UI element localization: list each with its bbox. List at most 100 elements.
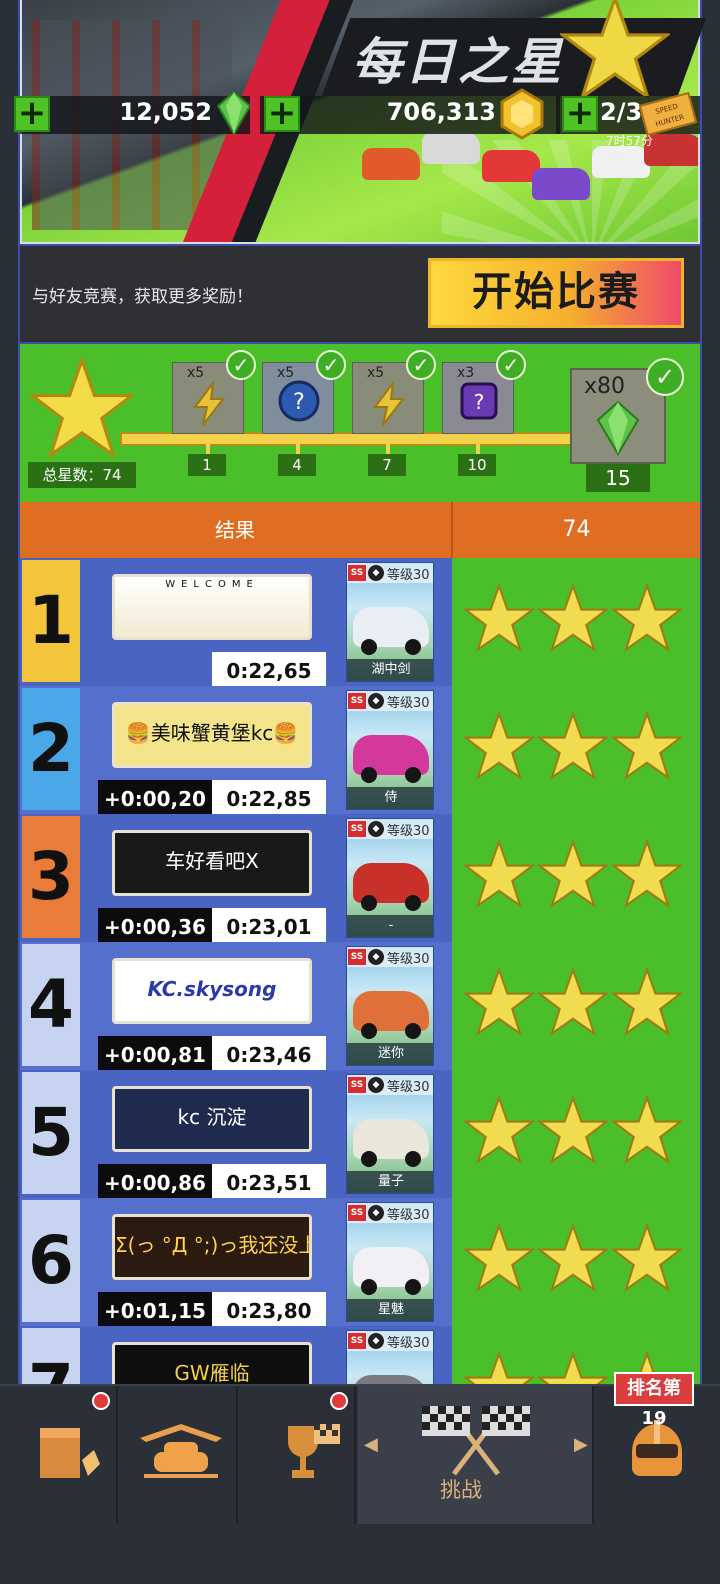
time-gap: +0:01,15 [98,1292,212,1330]
car-name: - [347,915,433,937]
car-class-badge: SS [348,693,366,709]
notification-dot [92,1392,110,1410]
final-reward-check-icon: ✓ [646,358,684,396]
license-plate: kc 沉淀 [112,1086,312,1152]
svg-text:?: ? [293,390,305,415]
car-name: 迷你 [347,1043,433,1065]
car-wheel [405,1023,421,1039]
results-header: 结果 74 [20,502,700,558]
brand-icon: ◆ [368,693,384,709]
nav-events[interactable] [240,1386,356,1524]
star-icon [464,968,534,1036]
leaderboard-row[interactable]: 4 KC.skysong +0:00,81 0:23,46 SS ◆ 等级30 迷你 [20,942,452,1074]
final-reward-threshold: 15 [586,464,650,492]
time-gap: +0:00,86 [98,1164,212,1202]
brand-icon: ◆ [368,1205,384,1221]
leaderboard-row[interactable]: 2 🍔美味蟹黄堡kc🍔 +0:00,20 0:22,85 SS ◆ 等级30 侍 [20,686,452,818]
car-card[interactable]: SS ◆ 等级30 - [346,818,434,938]
car-name: 星魅 [347,1299,433,1321]
add-gems-button[interactable]: + [14,96,50,132]
nav-garage-store[interactable] [0,1386,118,1524]
row-stars [464,1198,700,1326]
leaderboard[interactable]: 1 WELCOME 0:22,65 SS ◆ 等级30 湖中剑 2 🍔美味蟹黄堡kc🍔 +0:00… [20,558,700,1388]
brand-icon: ◆ [368,1333,384,1349]
nav-left-arrow-icon[interactable]: ◀ [364,1434,378,1455]
star-icon [464,712,534,780]
final-reward-qty: x80 [584,374,626,399]
notification-dot [330,1392,348,1410]
rank-badge: 排名第19 [614,1372,694,1429]
reward-claimed-check-icon: ✓ [226,350,256,380]
leaderboard-row[interactable]: 1 WELCOME 0:22,65 SS ◆ 等级30 湖中剑 [20,558,452,690]
star-icon [464,1224,534,1292]
reward-claimed-check-icon: ✓ [406,350,436,380]
star-icon [612,1224,682,1292]
star-icon [464,584,534,652]
reward-threshold: 4 [278,454,316,476]
tickets-value: 2/3 [600,98,643,126]
race-time: 0:23,01 [212,908,326,946]
leaderboard-row[interactable]: 3 车好看吧X +0:00,36 0:23,01 SS ◆ 等级30 - [20,814,452,946]
car-level: 等级30 [387,1336,430,1351]
start-race-button[interactable]: 开始比赛 [428,258,684,328]
row-stars [464,942,700,1070]
banner-star-icon [560,0,670,100]
car-level: 等级30 [387,952,430,967]
progress-track [120,432,580,446]
car-card[interactable]: SS ◆ 等级30 湖中剑 [346,562,434,682]
car-class-badge: SS [348,1077,366,1093]
leaderboard-row[interactable]: 5 kc 沉淀 +0:00,86 0:23,51 SS ◆ 等级30 量子 [20,1070,452,1202]
car-wheel [405,639,421,655]
car-card[interactable]: SS ◆ 等级30 星魅 [346,1202,434,1322]
lightning-icon [193,381,226,426]
rank-number: 5 [22,1072,80,1194]
car-card[interactable]: SS ◆ 等级30 侍 [346,690,434,810]
star-icon [538,1096,608,1164]
total-stars-icon [30,358,134,458]
star-progress-panel: 总星数：74 x5 ✓ 1 x5 ? ✓ 4 x5 ✓ 7 x3 ? ✓ 10 … [20,344,700,502]
results-star-total: 74 [562,517,591,542]
add-tickets-button[interactable]: + [562,96,598,132]
car-level: 等级30 [387,824,430,839]
car-wheel [405,1279,421,1295]
nav-garage[interactable] [120,1386,238,1524]
reward-claimed-check-icon: ✓ [496,350,526,380]
star-icon [612,584,682,652]
mystery-box-icon: ? [460,382,498,420]
nav-right-arrow-icon[interactable]: ▶ [574,1434,588,1455]
reward-threshold: 10 [458,454,496,476]
car-wheel [361,895,377,911]
gems-value: 12,052 [119,98,212,126]
star-icon [538,1352,608,1388]
row-stars [464,686,700,814]
leaderboard-row[interactable]: 7 GW雁临 SS◆等级30 [20,1326,452,1388]
car-class-badge: SS [348,1205,366,1221]
add-coins-button[interactable]: + [264,96,300,132]
license-plate: GW雁临 [112,1342,312,1388]
time-gap: +0:00,20 [98,780,212,818]
car-card[interactable]: SS ◆ 等级30 量子 [346,1074,434,1194]
car-card[interactable]: SS ◆ 等级30 [346,1330,434,1388]
car-name: 湖中剑 [347,659,433,681]
car-wheel [361,639,377,655]
rank-number: 3 [22,816,80,938]
license-plate: WELCOME [112,574,312,640]
time-gap: +0:00,36 [98,908,212,946]
license-plate: 🍔美味蟹黄堡kc🍔 [112,702,312,768]
license-plate: KC.skysong [112,958,312,1024]
rank-number: 1 [22,560,80,682]
reward-threshold: 7 [368,454,406,476]
star-icon [538,1224,608,1292]
gem-icon [216,90,252,136]
car-level: 等级30 [387,568,430,583]
car-wheel [361,1023,377,1039]
race-time: 0:23,80 [212,1292,326,1330]
reward-threshold: 1 [188,454,226,476]
race-time: 0:22,65 [212,652,326,690]
leaderboard-row[interactable]: 6 Σ(っ °Д °;)っ我还没上车 +0:01,150:23,80 SS◆等级30 星… [20,1198,452,1330]
car-wheel [361,1279,377,1295]
checkered-flags-icon [422,1406,530,1476]
car-card[interactable]: SS ◆ 等级30 迷你 [346,946,434,1066]
gem-icon [596,400,640,456]
bottom-nav: ◀ ▶ 挑战 [0,1384,720,1584]
